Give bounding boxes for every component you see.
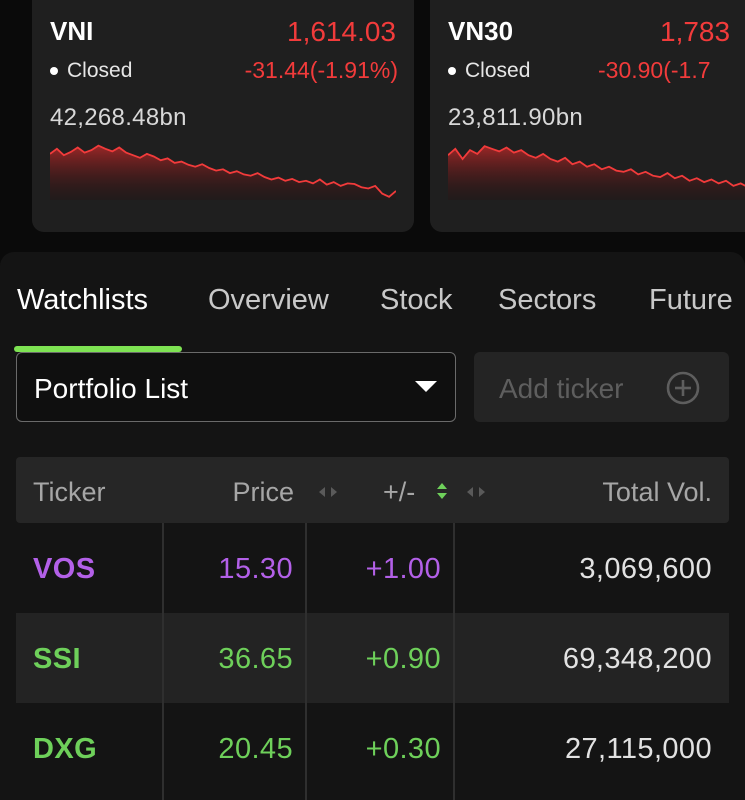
table-row[interactable]: DXG 20.45 +0.30 27,115,000 — [16, 703, 729, 793]
tab-watchlists[interactable]: Watchlists — [17, 284, 148, 317]
index-price: 1,783 — [660, 16, 731, 47]
market-status: Closed — [50, 59, 132, 83]
caret-down-icon — [415, 381, 437, 392]
sparkline-area — [448, 146, 745, 200]
column-divider — [305, 523, 307, 800]
add-ticker-label: Add ticker — [499, 373, 624, 404]
app-screen: VNI 1,614.03 Closed -31.44(-1.91%) 42,26… — [0, 0, 745, 800]
table-row[interactable]: VOS 15.30 +1.00 3,069,600 — [16, 523, 729, 613]
market-status: Closed — [448, 59, 530, 83]
cell-price: 36.65 — [218, 643, 293, 675]
index-change: -30.90(-1.7 — [598, 57, 711, 83]
watchlist-select-value: Portfolio List — [34, 373, 189, 404]
status-dot-icon — [448, 67, 456, 75]
tab-sectors[interactable]: Sectors — [498, 284, 596, 317]
column-header-volume[interactable]: Total Vol. — [602, 477, 712, 508]
add-ticker-button[interactable]: Add ticker — [474, 352, 729, 422]
cell-change: +0.90 — [365, 643, 441, 675]
index-card-vni[interactable]: VNI 1,614.03 Closed -31.44(-1.91%) 42,26… — [32, 0, 414, 232]
index-sparkline — [448, 145, 745, 200]
cell-price: 20.45 — [218, 733, 293, 765]
watchlist-select[interactable]: Portfolio List — [16, 352, 456, 422]
cell-ticker: DXG — [33, 733, 98, 765]
cell-volume: 69,348,200 — [562, 643, 712, 675]
tab-stock[interactable]: Stock — [380, 284, 453, 317]
market-status-label: Closed — [465, 59, 531, 82]
column-header-ticker[interactable]: Ticker — [33, 477, 106, 508]
index-name: VNI — [50, 16, 94, 46]
tab-bar: Watchlists Overview Stock Sectors Future — [0, 276, 745, 352]
table-row[interactable]: SSI 36.65 +0.90 69,348,200 — [16, 613, 729, 703]
index-cards: VNI 1,614.03 Closed -31.44(-1.91%) 42,26… — [0, 0, 745, 240]
column-header-price[interactable]: Price — [232, 477, 294, 508]
tab-overview[interactable]: Overview — [208, 284, 329, 317]
watchlist-panel: Watchlists Overview Stock Sectors Future… — [0, 252, 745, 800]
cell-change: +0.30 — [365, 733, 441, 765]
index-volume: 42,268.48bn — [50, 104, 187, 131]
index-volume: 23,811.90bn — [448, 104, 583, 131]
index-change: -31.44(-1.91%) — [244, 57, 398, 83]
table-header: Ticker Price +/- Total Vol. — [16, 457, 729, 523]
cell-ticker: SSI — [33, 643, 81, 675]
index-card-vn30[interactable]: VN30 1,783 Closed -30.90(-1.7 23,811.90b… — [430, 0, 745, 232]
tab-future[interactable]: Future — [649, 284, 733, 317]
market-status-label: Closed — [67, 59, 133, 82]
sort-vertical-icon[interactable] — [436, 482, 448, 500]
cell-volume: 3,069,600 — [579, 553, 712, 585]
column-divider — [453, 523, 455, 800]
index-name: VN30 — [448, 16, 514, 46]
cell-volume: 27,115,000 — [565, 733, 712, 765]
sparkline-area — [50, 145, 396, 200]
index-price: 1,614.03 — [287, 16, 396, 47]
sort-horizontal-icon[interactable] — [466, 486, 486, 498]
status-dot-icon — [50, 67, 58, 75]
column-header-change[interactable]: +/- — [383, 477, 415, 508]
sort-horizontal-icon[interactable] — [318, 486, 338, 498]
cell-price: 15.30 — [218, 553, 293, 585]
cell-ticker: VOS — [33, 553, 96, 585]
column-divider — [162, 523, 164, 800]
plus-circle-icon — [666, 371, 700, 405]
index-sparkline — [50, 144, 396, 200]
cell-change: +1.00 — [365, 553, 441, 585]
